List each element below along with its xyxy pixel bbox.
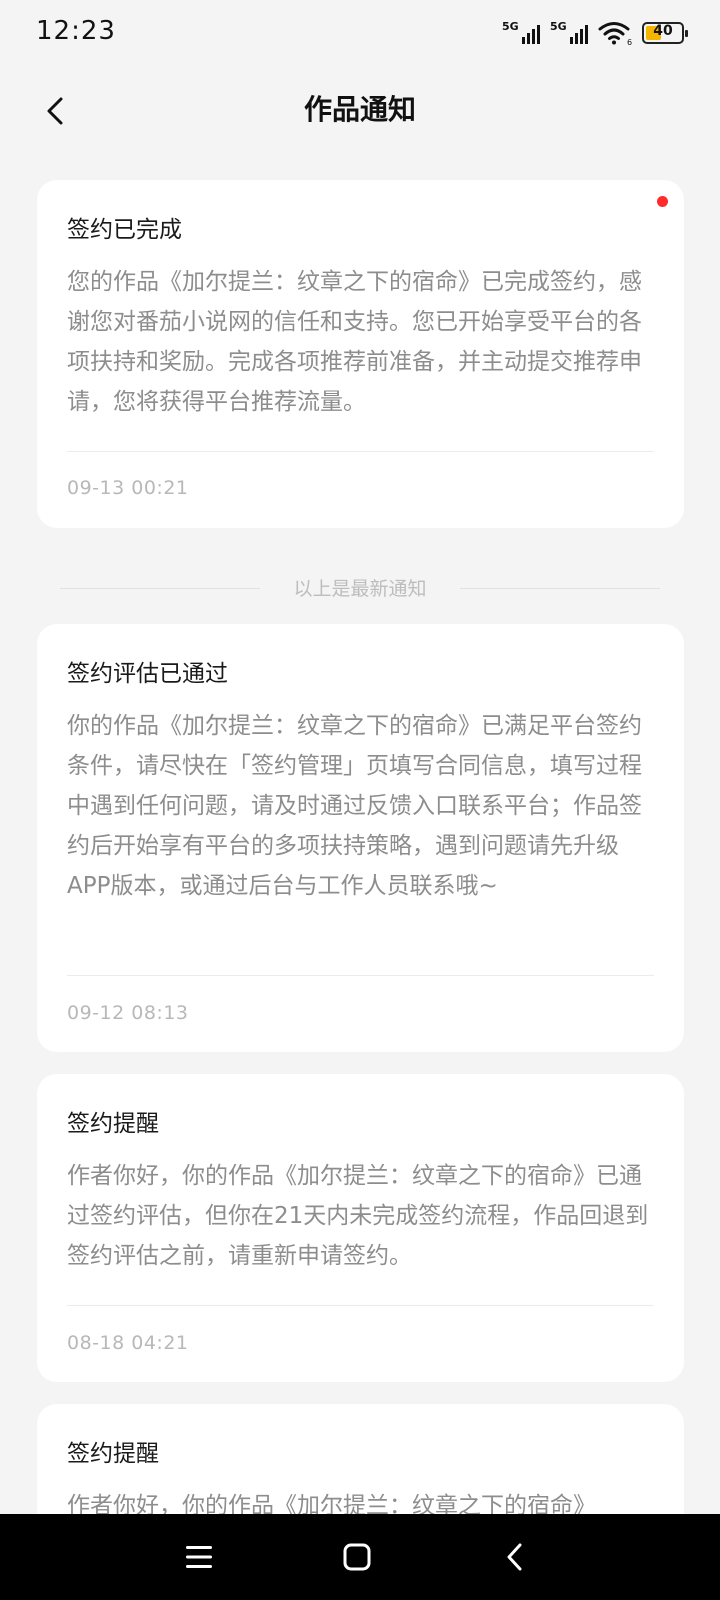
notification-title: 签约提醒 bbox=[67, 1441, 159, 1467]
battery-icon: 40 bbox=[642, 22, 688, 44]
network-type-label: 5G bbox=[502, 20, 519, 33]
notification-title: 签约评估已通过 bbox=[67, 661, 228, 687]
status-icons: 5G 5G 6 40 bbox=[502, 18, 688, 48]
unread-dot bbox=[657, 196, 668, 207]
nav-back-button[interactable] bbox=[490, 1532, 540, 1582]
menu-icon bbox=[186, 1546, 212, 1568]
notification-body: 你的作品《加尔提兰：纹章之下的宿命》已满足平台签约条件，请尽快在「签约管理」页填… bbox=[67, 713, 642, 899]
divider-line bbox=[460, 588, 660, 589]
battery-level: 40 bbox=[653, 23, 673, 39]
notification-card[interactable]: 签约已完成 您的作品《加尔提兰：纹章之下的宿命》已完成签约，感谢您对番茄小说网的… bbox=[37, 180, 684, 528]
notification-card[interactable]: 签约提醒 作者你好，你的作品《加尔提兰：纹章之下的宿命》已通过签约评估，但你在2… bbox=[37, 1074, 684, 1382]
card-divider bbox=[67, 975, 654, 976]
back-triangle-icon bbox=[507, 1543, 522, 1571]
status-time: 12:23 bbox=[36, 16, 116, 46]
wifi-badge: 6 bbox=[627, 38, 632, 46]
notification-time: 08-18 04:21 bbox=[67, 1332, 189, 1354]
home-square-icon bbox=[343, 1543, 371, 1571]
notification-time: 09-12 08:13 bbox=[67, 1002, 189, 1024]
notification-title: 签约已完成 bbox=[67, 217, 182, 243]
page-title: 作品通知 bbox=[303, 93, 416, 126]
header: 作品通知 bbox=[0, 68, 720, 148]
notification-time: 09-13 00:21 bbox=[67, 477, 189, 499]
signal-icon: 5G bbox=[550, 20, 588, 44]
network-type-label: 5G bbox=[550, 20, 567, 33]
wifi-icon: 6 bbox=[598, 22, 632, 46]
menu-button[interactable] bbox=[174, 1532, 224, 1582]
status-bar: 12:23 5G 5G 6 40 bbox=[0, 0, 720, 68]
notification-body: 作者你好，你的作品《加尔提兰：纹章之下的宿命》已通过签约评估，但你在21天内未完… bbox=[67, 1163, 649, 1269]
latest-notice-divider: 以上是最新通知 bbox=[60, 574, 660, 604]
notification-card[interactable]: 签约评估已通过 你的作品《加尔提兰：纹章之下的宿命》已满足平台签约条件，请尽快在… bbox=[37, 624, 684, 1052]
notification-body: 您的作品《加尔提兰：纹章之下的宿命》已完成签约，感谢您对番茄小说网的信任和支持。… bbox=[67, 269, 642, 415]
screen: 12:23 5G 5G 6 40 作品通知 签约已完成 您的作品《加尔提兰：纹章… bbox=[0, 0, 720, 1600]
signal-icon: 5G bbox=[502, 20, 540, 44]
card-divider bbox=[67, 1305, 654, 1306]
home-button[interactable] bbox=[332, 1532, 382, 1582]
navigation-bar bbox=[0, 1514, 720, 1600]
notification-title: 签约提醒 bbox=[67, 1111, 159, 1137]
card-divider bbox=[67, 451, 654, 452]
